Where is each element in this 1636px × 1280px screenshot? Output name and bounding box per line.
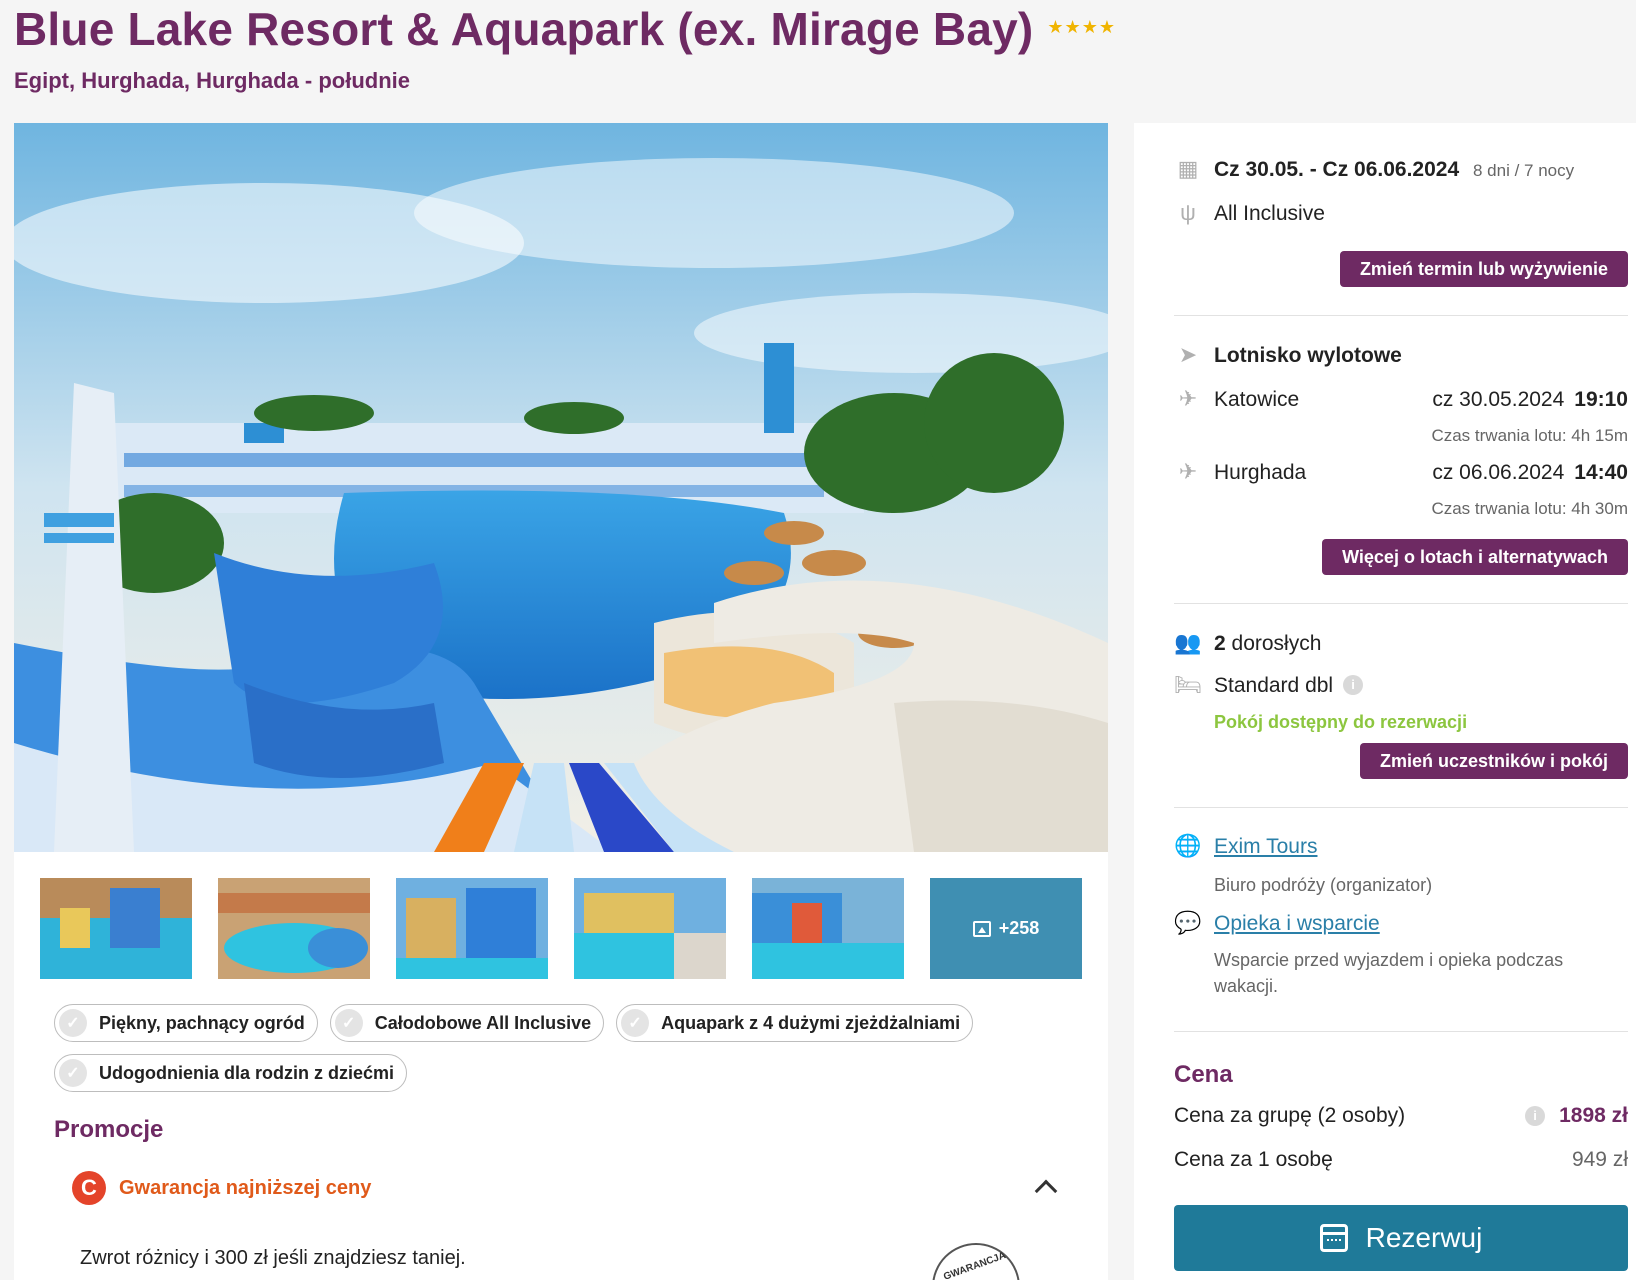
check-icon: ✓ — [334, 1009, 363, 1037]
inbound-time: 14:40 — [1574, 461, 1628, 484]
feature-chip: ✓ Udogodnienia dla rodzin z dziećmi — [54, 1054, 408, 1092]
guarantee-seal: GWARANCJA — [932, 1243, 1020, 1280]
feature-chip: ✓ Całodobowe All Inclusive — [329, 1004, 605, 1042]
outbound-duration: Czas trwania lotu: 4h 15m — [1431, 426, 1628, 445]
feature-label: Aquapark z 4 dużymi zjeżdżalniami — [661, 1012, 961, 1033]
hotel-title: Blue Lake Resort & Aquapark (ex. Mirage … — [14, 3, 1034, 55]
group-price-row: Cena za grupę (2 osoby) i 1898 zł — [1174, 1104, 1628, 1128]
trip-duration: 8 dni / 7 nocy — [1473, 161, 1575, 180]
divider — [1174, 807, 1628, 808]
outbound-city: Katowice — [1214, 388, 1300, 411]
group-price-label: Cena za grupę (2 osoby) — [1174, 1104, 1406, 1127]
cutlery-icon: ψ — [1180, 200, 1196, 225]
travellers-count: 2 — [1214, 632, 1226, 655]
feature-chip: ✓ Aquapark z 4 dużymi zjeżdżalniami — [616, 1004, 974, 1042]
calendar-icon: ▦ — [1177, 156, 1199, 181]
inbound-date: cz 06.06.2024 — [1432, 461, 1565, 484]
gallery-thumbnail[interactable] — [40, 878, 192, 979]
check-icon: ✓ — [59, 1009, 87, 1037]
gallery-thumbnail[interactable] — [396, 878, 548, 979]
gallery-more-button[interactable]: +258 — [930, 878, 1082, 979]
guarantee-description: Zwrot różnicy i 300 zł jeśli znajdziesz … — [80, 1247, 466, 1269]
chevron-up-icon[interactable] — [1034, 1179, 1058, 1203]
inbound-datetime: cz 06.06.2024 14:40 — [1432, 461, 1628, 485]
reserve-button[interactable]: Rezerwuj — [1174, 1205, 1628, 1271]
person-price-row: Cena za 1 osobę 949 zł — [1174, 1148, 1628, 1172]
reserve-label: Rezerwuj — [1365, 1222, 1483, 1253]
feature-chips: ✓ Piękny, pachnący ogród ✓ Całodobowe All … — [54, 1004, 1074, 1092]
guarantee-accordion[interactable]: C Gwarancja najniższej ceny — [72, 1171, 1062, 1205]
hotel-gallery-panel: +258 ✓ Piękny, pachnący ogród ✓ Całodobowe… — [14, 123, 1108, 1280]
change-participants-button[interactable]: Zmień uczestników i pokój — [1359, 743, 1628, 779]
guarantee-label: Gwarancja najniższej ceny — [119, 1176, 372, 1199]
person-price-label: Cena za 1 osobę — [1174, 1148, 1333, 1171]
travellers-label: dorosłych — [1231, 632, 1322, 655]
hotel-location[interactable]: Egipt, Hurghada, Hurghada - południe — [14, 68, 410, 94]
gallery-thumbnail[interactable] — [752, 878, 904, 979]
travellers: 2 dorosłych — [1214, 632, 1321, 656]
divider — [1174, 1031, 1628, 1032]
booking-panel: ▦ Cz 30.05. - Cz 06.06.2024 8 dni / 7 no… — [1134, 123, 1636, 1280]
landing-icon: ✈ — [1178, 459, 1198, 484]
thumbnail-strip: +258 — [40, 878, 1082, 979]
feature-label: Udogodnienia dla rodzin z dziećmi — [99, 1062, 395, 1083]
outbound-datetime: cz 30.05.2024 19:10 — [1432, 388, 1628, 412]
price-heading: Cena — [1174, 1061, 1233, 1088]
guarantee-logo-icon: C — [72, 1171, 106, 1205]
bed-icon: 🛏 — [1174, 672, 1202, 697]
gallery-thumbnail[interactable] — [574, 878, 726, 979]
support-icon: 💬 — [1174, 910, 1202, 935]
hero-image[interactable] — [14, 123, 1108, 852]
airport-heading: Lotnisko wylotowe — [1214, 344, 1402, 367]
check-icon: ✓ — [59, 1059, 87, 1087]
seal-text: GWARANCJA — [942, 1250, 1008, 1280]
support-link[interactable]: Opieka i wsparcie — [1214, 912, 1380, 935]
room-type-row: Standard dbl i — [1214, 674, 1364, 698]
board-type: All Inclusive — [1214, 202, 1325, 225]
people-icon: 👥 — [1174, 630, 1202, 655]
organizer-link[interactable]: Exim Tours — [1214, 835, 1317, 858]
hotel-header: Blue Lake Resort & Aquapark (ex. Mirage … — [14, 2, 1116, 56]
more-flights-button[interactable]: Więcej o lotach i alternatywach — [1322, 539, 1628, 575]
inbound-duration: Czas trwania lotu: 4h 30m — [1431, 499, 1628, 518]
globe-icon: 🌐 — [1174, 833, 1202, 858]
inbound-city: Hurghada — [1214, 461, 1307, 484]
divider — [1174, 315, 1628, 316]
organizer-description: Biuro podróży (organizator) — [1214, 875, 1433, 895]
group-price-value: 1898 zł — [1559, 1104, 1628, 1127]
gallery-more-count: +258 — [998, 918, 1040, 938]
feature-chip: ✓ Piękny, pachnący ogród — [54, 1004, 318, 1042]
outbound-time: 19:10 — [1574, 388, 1628, 411]
plane-icon: ➤ — [1178, 342, 1198, 367]
organizer-link-row: Exim Tours — [1214, 835, 1317, 859]
feature-label: Piękny, pachnący ogród — [99, 1012, 305, 1033]
calendar-icon — [1319, 1224, 1348, 1252]
change-term-button[interactable]: Zmień termin lub wyżywienie — [1339, 251, 1628, 287]
outbound-date: cz 30.05.2024 — [1432, 388, 1565, 411]
info-icon[interactable]: i — [1343, 675, 1364, 695]
check-icon: ✓ — [621, 1009, 650, 1037]
info-icon[interactable]: i — [1525, 1106, 1546, 1126]
gallery-icon — [972, 920, 991, 937]
support-description-line2: wakacji. — [1214, 976, 1279, 996]
gallery-thumbnail[interactable] — [218, 878, 370, 979]
support-description-line1: Wsparcie przed wyjazdem i opieka podczas — [1214, 950, 1564, 970]
support-link-row: Opieka i wsparcie — [1214, 912, 1380, 936]
takeoff-icon: ✈ — [1178, 386, 1198, 411]
room-type: Standard dbl — [1214, 674, 1334, 697]
trip-dates-row: Cz 30.05. - Cz 06.06.2024 8 dni / 7 nocy — [1214, 158, 1574, 182]
promotions-heading: Promocje — [54, 1116, 164, 1143]
person-price-value: 949 zł — [1571, 1148, 1628, 1171]
star-rating: ★★★★ — [1047, 17, 1116, 37]
room-availability: Pokój dostępny do rezerwacji — [1214, 712, 1468, 732]
divider — [1174, 603, 1628, 604]
trip-dates: Cz 30.05. - Cz 06.06.2024 — [1214, 158, 1460, 181]
feature-label: Całodobowe All Inclusive — [374, 1012, 592, 1033]
